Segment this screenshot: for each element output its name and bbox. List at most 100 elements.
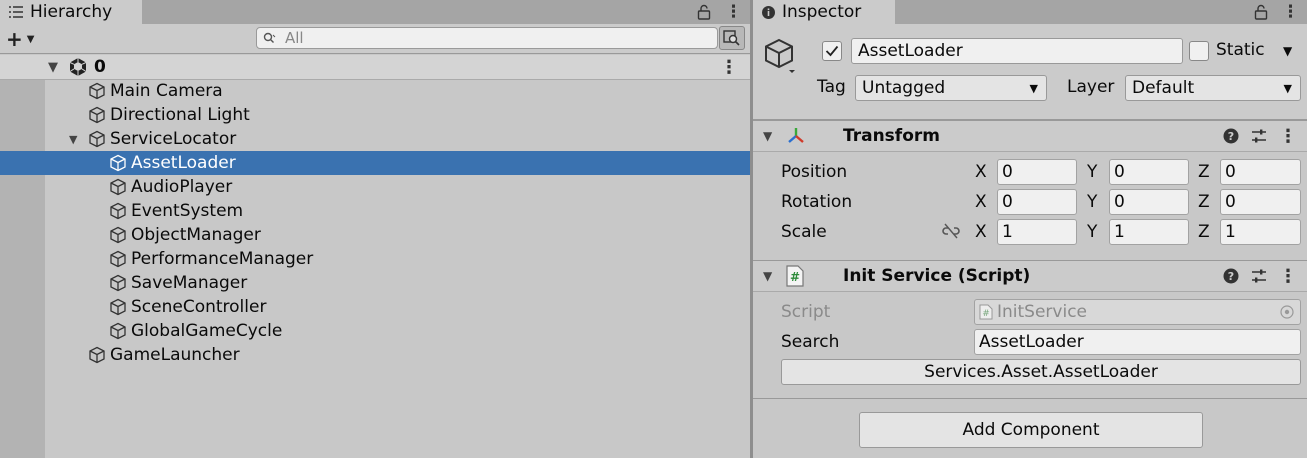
unity-scene-icon xyxy=(69,58,87,76)
hierarchy-item-directional-light[interactable]: Directional Light xyxy=(0,103,750,127)
scene-header-row[interactable]: ▼ 0 ⋮ xyxy=(0,55,750,80)
hierarchy-item-event-system[interactable]: EventSystem xyxy=(0,199,750,223)
scale-z-field[interactable]: 1 xyxy=(1220,219,1301,245)
expand-arrow-icon[interactable]: ▼ xyxy=(48,60,58,75)
expand-arrow-icon[interactable]: ▼ xyxy=(763,129,772,143)
rotation-z-field[interactable]: 0 xyxy=(1220,189,1301,215)
scale-x-field[interactable]: 1 xyxy=(997,219,1077,245)
add-component-button[interactable]: Add Component xyxy=(859,412,1203,448)
chevron-down-icon: ▼ xyxy=(1029,81,1038,95)
axis-x-label[interactable]: X xyxy=(975,162,987,182)
hierarchy-item-game-launcher[interactable]: GameLauncher xyxy=(0,343,750,367)
gameobject-cube-icon xyxy=(89,82,105,100)
object-name-input[interactable]: AssetLoader xyxy=(851,38,1183,64)
scale-y-field[interactable]: 1 xyxy=(1109,219,1189,245)
search-input[interactable]: AssetLoader xyxy=(974,329,1301,355)
hierarchy-item-main-camera[interactable]: Main Camera xyxy=(0,79,750,103)
position-y-field[interactable]: 0 xyxy=(1109,159,1189,185)
search-mode-button[interactable] xyxy=(719,26,745,50)
static-label: Static xyxy=(1216,40,1265,60)
layer-dropdown[interactable]: Default ▼ xyxy=(1125,75,1301,101)
axis-y-label[interactable]: Y xyxy=(1087,192,1097,212)
axis-x-label[interactable]: X xyxy=(975,192,987,212)
axis-y-label[interactable]: Y xyxy=(1087,222,1097,242)
hierarchy-item-save-manager[interactable]: SaveManager xyxy=(0,271,750,295)
lock-icon[interactable] xyxy=(697,4,711,20)
tag-dropdown[interactable]: Untagged ▼ xyxy=(855,75,1047,101)
layer-value: Default xyxy=(1132,78,1195,98)
info-icon xyxy=(762,5,775,19)
scale-label: Scale xyxy=(781,222,827,242)
gameobject-cube-icon xyxy=(110,322,126,340)
help-icon[interactable]: ? xyxy=(1223,128,1239,144)
preset-sliders-icon[interactable] xyxy=(1251,128,1267,144)
static-dropdown-icon[interactable]: ▼ xyxy=(1283,44,1292,58)
svg-text:#: # xyxy=(982,309,990,319)
axis-y-label[interactable]: Y xyxy=(1087,162,1097,182)
rotation-y-field[interactable]: 0 xyxy=(1109,189,1189,215)
transform-title: Transform xyxy=(843,126,940,146)
hierarchy-item-asset-loader[interactable]: AssetLoader xyxy=(0,151,750,175)
transform-header[interactable]: ▼ Transform ? ⋮ xyxy=(753,120,1307,152)
scene-kebab-icon[interactable]: ⋮ xyxy=(720,57,738,78)
inspector-panel: Inspector ⋮ AssetLoader Static ▼ Tag Unt… xyxy=(753,0,1307,458)
hierarchy-item-object-manager[interactable]: ObjectManager xyxy=(0,223,750,247)
scene-name: 0 xyxy=(94,57,106,77)
service-result-button[interactable]: Services.Asset.AssetLoader xyxy=(781,359,1301,385)
hierarchy-item-label: GlobalGameCycle xyxy=(131,321,283,341)
preset-sliders-icon[interactable] xyxy=(1251,268,1267,284)
kebab-menu-icon[interactable]: ⋮ xyxy=(1279,266,1297,287)
transform-icon xyxy=(788,128,804,143)
hierarchy-item-label: AssetLoader xyxy=(131,153,236,173)
gameobject-cube-icon xyxy=(110,178,126,196)
hierarchy-item-scene-controller[interactable]: SceneController xyxy=(0,295,750,319)
hierarchy-tab-icons: ⋮ xyxy=(697,0,742,24)
list-icon xyxy=(9,6,23,18)
init-service-title: Init Service (Script) xyxy=(843,266,1031,286)
hierarchy-item-service-locator[interactable]: ▼ ServiceLocator xyxy=(0,127,750,151)
rotation-x-field[interactable]: 0 xyxy=(997,189,1077,215)
script-label: Script xyxy=(781,302,831,322)
gameobject-cube-icon[interactable] xyxy=(763,38,797,74)
axis-z-label[interactable]: Z xyxy=(1198,222,1210,242)
chevron-down-icon: ▼ xyxy=(1283,81,1292,95)
init-service-header[interactable]: ▼ # Init Service (Script) ? ⋮ xyxy=(753,260,1307,292)
search-label: Search xyxy=(781,332,840,352)
gameobject-cube-icon xyxy=(110,250,126,268)
hierarchy-item-performance-manager[interactable]: PerformanceManager xyxy=(0,247,750,271)
gameobject-cube-icon xyxy=(89,346,105,364)
hierarchy-tabbar: Hierarchy ⋮ xyxy=(0,0,750,24)
create-button[interactable]: + ▼ xyxy=(6,27,34,51)
tab-inspector-label: Inspector xyxy=(782,2,862,22)
unlink-icon[interactable] xyxy=(941,223,961,239)
hierarchy-item-label: SaveManager xyxy=(131,273,248,293)
tab-hierarchy[interactable]: Hierarchy xyxy=(0,0,142,24)
kebab-menu-icon[interactable]: ⋮ xyxy=(1282,2,1299,22)
position-label: Position xyxy=(781,162,848,182)
hierarchy-toolbar: + ▼ All xyxy=(0,24,750,54)
expand-arrow-icon[interactable]: ▼ xyxy=(69,133,88,146)
plus-icon: + xyxy=(6,27,23,51)
csharp-script-icon: # xyxy=(786,265,804,287)
hierarchy-item-label: Directional Light xyxy=(110,105,250,125)
axis-z-label[interactable]: Z xyxy=(1198,192,1210,212)
kebab-menu-icon[interactable]: ⋮ xyxy=(1279,126,1297,147)
axis-x-label[interactable]: X xyxy=(975,222,987,242)
scene-search-icon xyxy=(723,30,740,46)
kebab-menu-icon[interactable]: ⋮ xyxy=(725,2,742,22)
axis-z-label[interactable]: Z xyxy=(1198,162,1210,182)
hierarchy-search-input[interactable]: All xyxy=(256,27,718,49)
expand-arrow-icon[interactable]: ▼ xyxy=(763,269,772,283)
position-x-field[interactable]: 0 xyxy=(997,159,1077,185)
active-checkbox[interactable] xyxy=(822,41,842,61)
search-icon xyxy=(263,32,276,43)
help-icon[interactable]: ? xyxy=(1223,268,1239,284)
static-checkbox[interactable] xyxy=(1189,41,1209,61)
lock-icon[interactable] xyxy=(1254,4,1268,20)
hierarchy-item-audio-player[interactable]: AudioPlayer xyxy=(0,175,750,199)
tab-inspector[interactable]: Inspector xyxy=(753,0,895,24)
hierarchy-item-label: GameLauncher xyxy=(110,345,240,365)
hierarchy-item-global-game-cycle[interactable]: GlobalGameCycle xyxy=(0,319,750,343)
position-z-field[interactable]: 0 xyxy=(1220,159,1301,185)
hierarchy-item-label: ObjectManager xyxy=(131,225,261,245)
